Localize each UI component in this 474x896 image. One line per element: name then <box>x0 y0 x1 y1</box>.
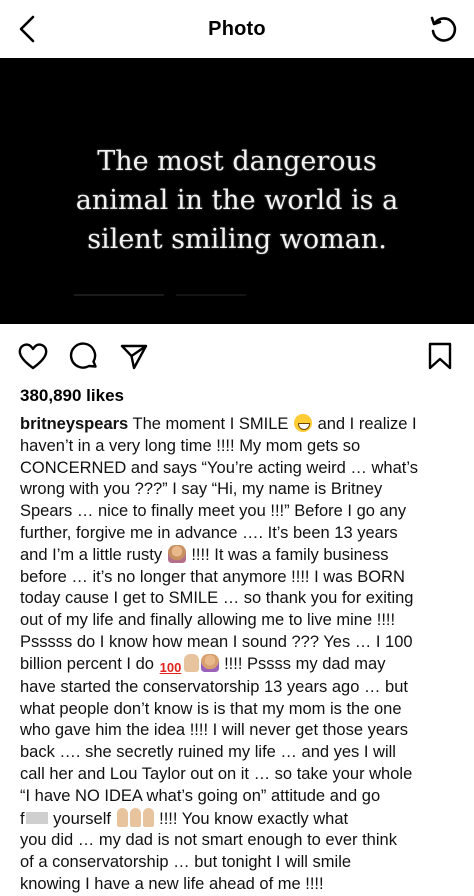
quote-line: silent smiling woman. <box>87 224 387 255</box>
caption-line: of a conservatorship … but tonight I wil… <box>20 852 460 874</box>
caption-text: before … it’s no longer that anymore !!!… <box>20 567 405 586</box>
caption-text: knowing I have a new life ahead of me !!… <box>20 874 324 893</box>
likes-count[interactable]: 380,890 likes <box>20 386 124 406</box>
quote-text: The most dangerous animal in the world i… <box>0 142 474 259</box>
caption-text: Spears … nice to finally meet you !!!” B… <box>20 502 407 521</box>
caption-text: call her and Lou Taylor out on it … so t… <box>20 764 413 783</box>
caption-line: back …. she secretly ruined my life … an… <box>20 742 460 764</box>
caption-line: what people don’t know is is that my mom… <box>20 699 460 721</box>
caption-text: today cause I get to SMILE … so thank yo… <box>20 589 414 608</box>
censored-text <box>25 811 48 824</box>
caption-line: out of my life and finally allowing me t… <box>20 610 460 632</box>
comment-icon <box>69 342 97 369</box>
refresh-button[interactable] <box>426 12 460 46</box>
middle-finger-icon <box>129 807 141 827</box>
caption-line: Spears … nice to finally meet you !!!” B… <box>20 501 460 523</box>
middle-finger-icon <box>116 807 128 827</box>
quote-line: animal in the world is a <box>75 185 399 216</box>
caption-text: have started the conservatorship 13 year… <box>20 677 408 696</box>
caption-text: and I realize I <box>312 415 417 433</box>
caption-text: haven’t in a very long time !!!! My mom … <box>20 436 361 455</box>
caption-line: wrong with you ???” I say “Hi, my name i… <box>20 479 460 501</box>
post-actions-bar <box>0 336 474 376</box>
caption-line: and I’m a little rusty !!!! It was a fam… <box>20 544 460 567</box>
caption-line: Psssss do I know how mean I sound ??? Ye… <box>20 632 460 654</box>
caption-text: “I have NO IDEA what’s going on” attitud… <box>20 786 381 805</box>
bookmark-icon <box>428 342 452 370</box>
quote-line: The most dangerous <box>97 146 377 177</box>
caption-line: britneyspears The moment I SMILE and I r… <box>20 414 460 436</box>
bookmark-button[interactable] <box>424 340 456 372</box>
comment-button[interactable] <box>68 340 100 372</box>
share-button[interactable] <box>118 340 150 372</box>
like-button[interactable] <box>17 340 49 372</box>
caption-text: billion percent I do <box>20 654 159 673</box>
caption-text: back …. she secretly ruined my life … an… <box>20 743 396 762</box>
caption-text: who gave him the idea !!!! I will never … <box>20 721 408 740</box>
person-shrugging-icon <box>200 653 219 672</box>
caption-line: f yourself !!!! You know exactly what <box>20 807 460 831</box>
top-nav-bar: Photo <box>0 0 474 58</box>
caption-text: what people don’t know is is that my mom… <box>20 699 402 718</box>
caption-line: billion percent I do 100 !!!! Pssss my d… <box>20 653 460 677</box>
username-link[interactable]: britneyspears <box>20 415 128 433</box>
caption-text: wrong with you ???” I say “Hi, my name i… <box>20 480 383 499</box>
post-caption: britneyspears The moment I SMILE and I r… <box>20 414 460 896</box>
caption-text: Psssss do I know how mean I sound ??? Ye… <box>20 632 413 651</box>
caption-text: of a conservatorship … but tonight I wil… <box>20 853 352 872</box>
caption-text: !!!! It was a family business <box>186 545 389 564</box>
caption-text: further, forgive me in advance …. It’s b… <box>20 523 398 542</box>
caption-text: !!!! You know exactly what <box>154 809 349 828</box>
caption-text: The moment I SMILE <box>128 415 293 433</box>
hundred-points-icon: 100 <box>159 659 182 675</box>
caption-text: out of my life and finally allowing me t… <box>20 611 396 630</box>
caption-line: who gave him the idea !!!! I will never … <box>20 720 460 742</box>
share-icon <box>120 344 148 370</box>
caption-line: today cause I get to SMILE … so thank yo… <box>20 588 460 610</box>
middle-finger-icon <box>142 807 154 827</box>
caption-line: knowing I have a new life ahead of me !!… <box>20 874 460 896</box>
person-tipping-hand-icon <box>167 544 186 563</box>
caption-text: you did … my dad is not smart enough to … <box>20 831 397 850</box>
decorative-line <box>74 294 164 296</box>
page-title: Photo <box>208 17 266 40</box>
caption-line: CONCERNED and says “You’re acting weird … <box>20 458 460 480</box>
caption-line: call her and Lou Taylor out on it … so t… <box>20 764 460 786</box>
caption-text: yourself <box>48 809 116 828</box>
caption-line: have started the conservatorship 13 year… <box>20 677 460 699</box>
refresh-icon <box>430 16 457 42</box>
thumbs-up-icon <box>183 653 199 672</box>
caption-text: !!!! Pssss my dad may <box>219 654 386 673</box>
grinning-face-icon <box>293 414 312 432</box>
caption-text: f <box>20 809 25 828</box>
caption-line: haven’t in a very long time !!!! My mom … <box>20 436 460 458</box>
caption-line: further, forgive me in advance …. It’s b… <box>20 523 460 545</box>
caption-text: CONCERNED and says “You’re acting weird … <box>20 458 418 477</box>
decorative-line <box>176 294 246 296</box>
caption-text: and I’m a little rusty <box>20 545 167 564</box>
post-image[interactable]: The most dangerous animal in the world i… <box>0 58 474 324</box>
caption-line: “I have NO IDEA what’s going on” attitud… <box>20 786 460 808</box>
heart-icon <box>18 343 48 370</box>
caption-line: you did … my dad is not smart enough to … <box>20 830 460 852</box>
caption-line: before … it’s no longer that anymore !!!… <box>20 567 460 589</box>
